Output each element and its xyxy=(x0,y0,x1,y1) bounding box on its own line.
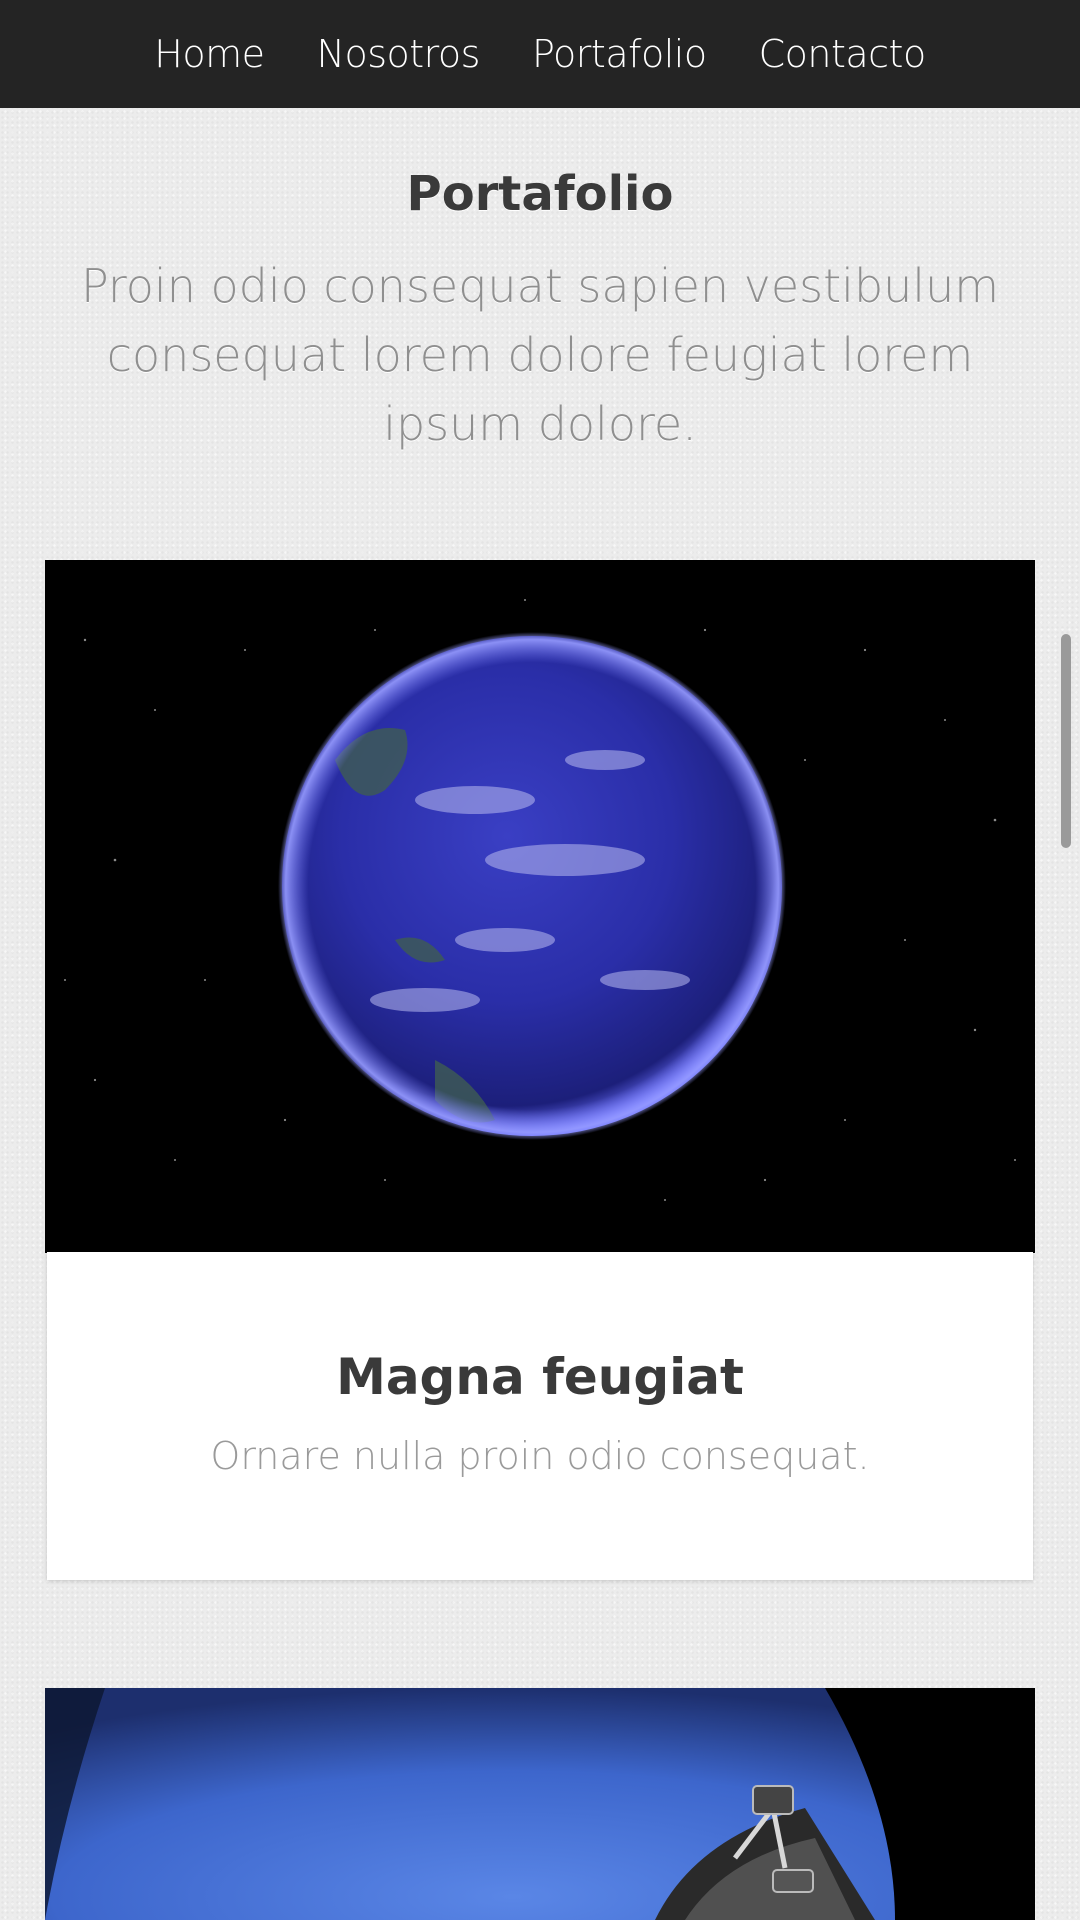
card-title[interactable]: Magna feugiat xyxy=(47,1348,1033,1406)
nav-home-link[interactable]: Home xyxy=(154,0,265,108)
top-navigation: Home Nosotros Portafolio Contacto xyxy=(0,0,1080,108)
earth-image xyxy=(45,560,1035,1253)
nav-contacto-link[interactable]: Contacto xyxy=(759,0,927,108)
section-title: Portafolio xyxy=(406,166,674,222)
portfolio-card-body: Magna feugiat Ornare nulla proin odio co… xyxy=(47,1252,1033,1580)
nav-portafolio-link[interactable]: Portafolio xyxy=(532,0,707,108)
card-description: Ornare nulla proin odio consequat. xyxy=(210,1434,870,1478)
scrollbar-thumb[interactable] xyxy=(1061,634,1071,848)
portfolio-image-satellite[interactable] xyxy=(45,1688,1035,1920)
satellite-image xyxy=(45,1688,1035,1920)
section-subtitle: Proin odio consequat sapien vestibulum c… xyxy=(80,259,1000,451)
portfolio-image-earth[interactable] xyxy=(45,560,1035,1253)
nav-nosotros-link[interactable]: Nosotros xyxy=(317,0,481,108)
